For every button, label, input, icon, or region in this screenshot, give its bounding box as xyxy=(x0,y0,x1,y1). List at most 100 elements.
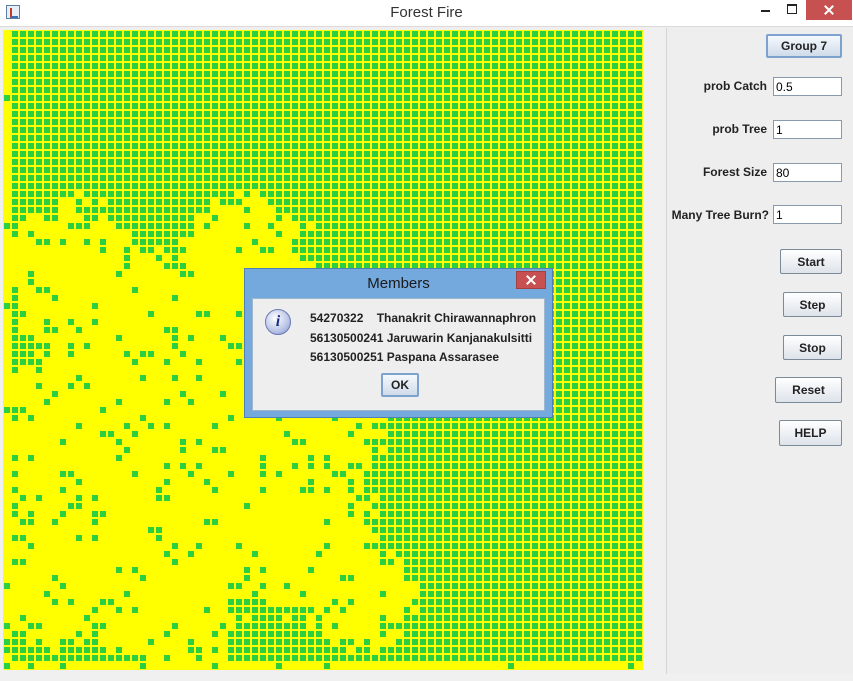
forest-cell xyxy=(588,495,594,501)
forest-cell xyxy=(268,487,274,493)
forest-cell xyxy=(604,415,610,421)
minimize-button[interactable] xyxy=(752,0,780,20)
forest-cell xyxy=(124,447,130,453)
forest-cell xyxy=(324,167,330,173)
forest-cell xyxy=(116,463,122,469)
forest-cell xyxy=(564,463,570,469)
forest-cell xyxy=(572,479,578,485)
forest-cell xyxy=(404,87,410,93)
forest-cell xyxy=(100,431,106,437)
forest-cell xyxy=(284,471,290,477)
forest-cell xyxy=(532,471,538,477)
forest-cell xyxy=(108,151,114,157)
forest-cell xyxy=(460,31,466,37)
forest-cell xyxy=(100,351,106,357)
forest-cell xyxy=(124,167,130,173)
forest-cell xyxy=(556,519,562,525)
forest-cell xyxy=(620,375,626,381)
forest-cell xyxy=(220,223,226,229)
forest-cell xyxy=(4,495,10,501)
forest-cell xyxy=(60,143,66,149)
forest-cell xyxy=(364,31,370,37)
forest-cell xyxy=(196,127,202,133)
forest-cell xyxy=(20,287,26,293)
forest-cell xyxy=(20,311,26,317)
forest-cell xyxy=(12,383,18,389)
forest-cell xyxy=(540,503,546,509)
forest-cell xyxy=(348,239,354,245)
forest-cell xyxy=(28,175,34,181)
forest-cell xyxy=(12,455,18,461)
forest-cell xyxy=(468,39,474,45)
forest-cell xyxy=(180,247,186,253)
forest-cell xyxy=(516,127,522,133)
forest-cell xyxy=(492,519,498,525)
forest-cell xyxy=(52,407,58,413)
forest-cell xyxy=(92,183,98,189)
forest-cell xyxy=(460,503,466,509)
forest-cell xyxy=(420,495,426,501)
forest-cell xyxy=(220,167,226,173)
forest-cell xyxy=(588,255,594,261)
forest-cell xyxy=(28,527,34,533)
forest-cell xyxy=(340,159,346,165)
forest-cell xyxy=(180,255,186,261)
forest-cell xyxy=(124,159,130,165)
forest-cell xyxy=(620,383,626,389)
forest-cell xyxy=(556,455,562,461)
forest-cell xyxy=(284,79,290,85)
forest-cell xyxy=(84,47,90,53)
forest-cell xyxy=(612,175,618,181)
forest-cell xyxy=(388,223,394,229)
forest-cell xyxy=(204,359,210,365)
forest-cell xyxy=(316,199,322,205)
close-button[interactable] xyxy=(806,0,852,20)
forest-cell xyxy=(52,327,58,333)
forest-cell xyxy=(148,55,154,61)
forest-cell xyxy=(164,319,170,325)
forest-cell xyxy=(260,239,266,245)
forest-cell xyxy=(20,319,26,325)
forest-cell xyxy=(564,423,570,429)
forest-cell xyxy=(4,263,10,269)
forest-cell xyxy=(36,47,42,53)
forest-cell xyxy=(356,127,362,133)
forest-cell xyxy=(492,463,498,469)
forest-cell xyxy=(108,39,114,45)
forest-cell xyxy=(420,175,426,181)
forest-cell xyxy=(220,335,226,341)
forest-cell xyxy=(100,247,106,253)
forest-cell xyxy=(556,55,562,61)
forest-cell xyxy=(116,391,122,397)
forest-cell xyxy=(588,159,594,165)
forest-cell xyxy=(20,39,26,45)
forest-cell xyxy=(428,143,434,149)
forest-cell xyxy=(380,431,386,437)
forest-cell xyxy=(276,439,282,445)
forest-cell xyxy=(28,143,34,149)
forest-cell xyxy=(60,183,66,189)
forest-cell xyxy=(348,463,354,469)
forest-cell xyxy=(84,151,90,157)
forest-cell xyxy=(268,215,274,221)
forest-cell xyxy=(628,159,634,165)
forest-cell xyxy=(300,39,306,45)
forest-cell xyxy=(116,383,122,389)
maximize-button[interactable] xyxy=(779,0,807,20)
forest-cell xyxy=(76,63,82,69)
forest-cell xyxy=(332,479,338,485)
forest-cell xyxy=(140,255,146,261)
forest-cell xyxy=(572,175,578,181)
forest-cell xyxy=(572,423,578,429)
forest-cell xyxy=(524,63,530,69)
forest-cell xyxy=(236,87,242,93)
forest-cell xyxy=(124,119,130,125)
forest-cell xyxy=(116,151,122,157)
forest-cell xyxy=(228,119,234,125)
forest-cell xyxy=(540,119,546,125)
forest-cell xyxy=(156,103,162,109)
forest-cell xyxy=(548,431,554,437)
forest-cell xyxy=(180,359,186,365)
forest-cell xyxy=(460,159,466,165)
forest-cell xyxy=(412,495,418,501)
